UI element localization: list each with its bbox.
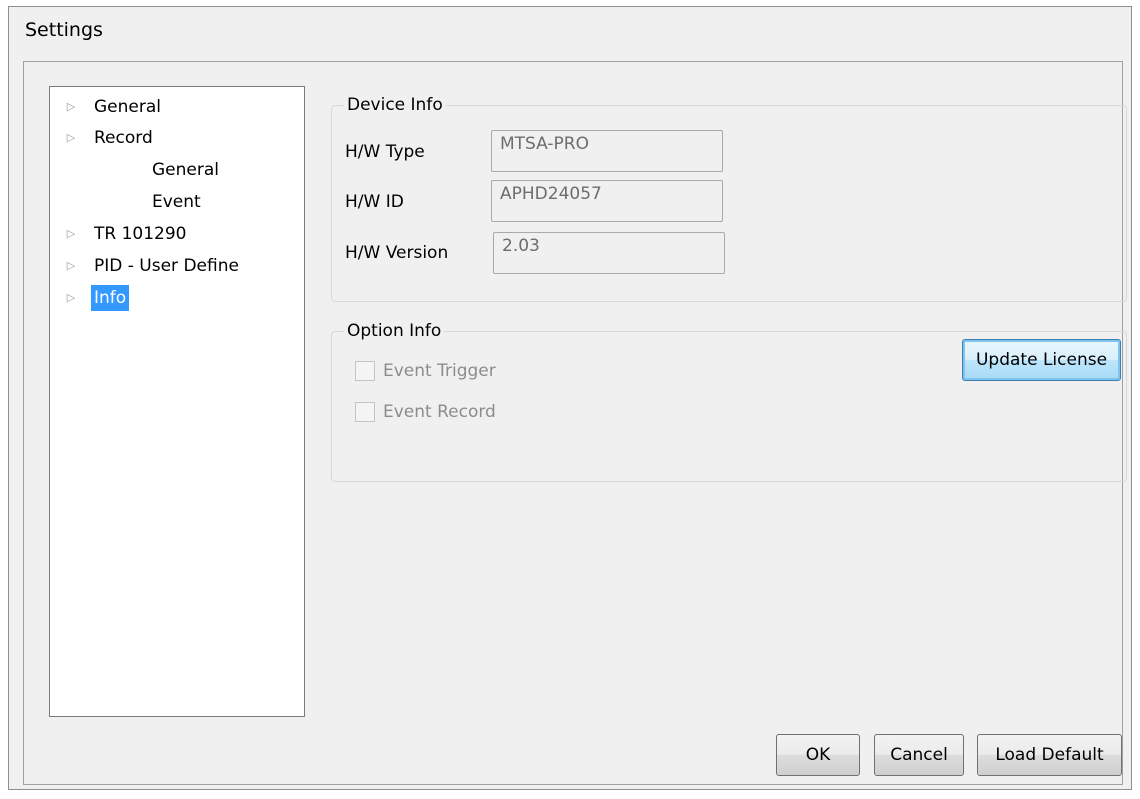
tree-item-label-selected: Info (91, 285, 130, 311)
hw-type-field (491, 130, 723, 172)
tree-item-record[interactable]: ▷ Record (64, 125, 294, 151)
hw-version-label: H/W Version (345, 243, 449, 263)
tree-item-info[interactable]: ▷ Info (64, 285, 294, 311)
expand-arrow-icon[interactable]: ▷ (64, 285, 78, 311)
event-record-option: Event Record (355, 399, 555, 425)
tree-item-pid-user-define[interactable]: ▷ PID - User Define (64, 253, 294, 279)
expand-arrow-icon[interactable]: ▷ (64, 253, 78, 279)
tree-item-label: Record (94, 128, 153, 148)
tree-item-label: Event (152, 192, 201, 212)
tree-item-tr101290[interactable]: ▷ TR 101290 (64, 221, 294, 247)
tree-item-label: General (152, 160, 219, 180)
event-trigger-option: Event Trigger (355, 358, 555, 384)
hw-type-label: H/W Type (345, 142, 425, 162)
tree-item-general[interactable]: ▷ General (64, 94, 294, 120)
tree-item-label: PID - User Define (94, 256, 239, 276)
hw-id-label: H/W ID (345, 192, 404, 212)
tree-item-record-general[interactable]: General (152, 157, 219, 183)
expand-arrow-icon[interactable]: ▷ (64, 221, 78, 247)
device-info-title: Device Info (344, 93, 446, 117)
option-info-group: Option Info Event Trigger Event Record U… (331, 319, 1127, 482)
tree-item-label: TR 101290 (94, 224, 187, 244)
event-trigger-checkbox (355, 361, 375, 381)
option-info-title: Option Info (344, 319, 445, 343)
settings-tree[interactable]: ▷ General ▷ Record General Event ▷ TR 10… (49, 86, 305, 717)
hw-id-field (491, 180, 723, 222)
settings-dialog: Settings ▷ General ▷ Record General Even… (8, 6, 1132, 790)
event-record-checkbox (355, 402, 375, 422)
ok-button[interactable]: OK (776, 734, 860, 776)
tree-item-label: General (94, 97, 161, 117)
event-trigger-label: Event Trigger (383, 361, 496, 381)
device-info-group: Device Info H/W Type H/W ID H/W Version (331, 93, 1127, 302)
dialog-client-area: ▷ General ▷ Record General Event ▷ TR 10… (23, 61, 1127, 785)
event-record-label: Event Record (383, 402, 496, 422)
tree-item-record-event[interactable]: Event (152, 189, 201, 215)
load-default-button[interactable]: Load Default (977, 734, 1122, 776)
cancel-button[interactable]: Cancel (874, 734, 964, 776)
dialog-title: Settings (25, 19, 103, 41)
hw-version-field (493, 232, 725, 274)
update-license-button[interactable]: Update License (962, 339, 1121, 381)
expand-arrow-icon[interactable]: ▷ (64, 125, 78, 151)
expand-arrow-icon[interactable]: ▷ (64, 94, 78, 120)
